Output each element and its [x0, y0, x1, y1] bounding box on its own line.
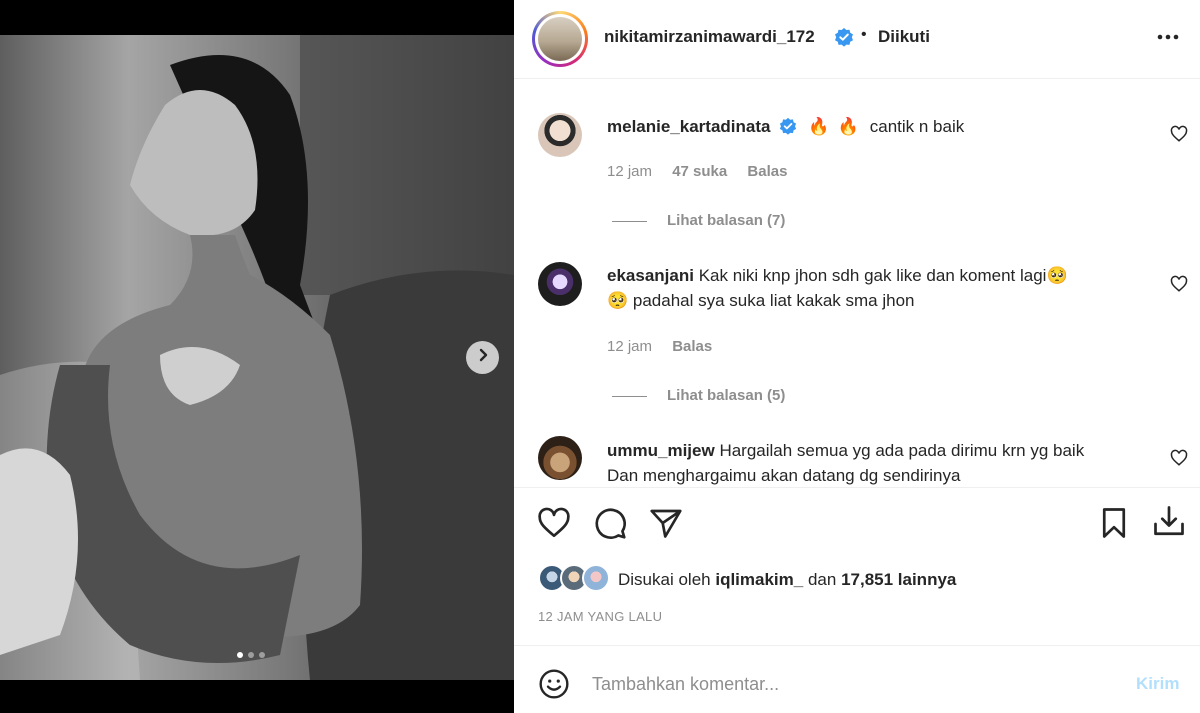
like-button[interactable]	[536, 505, 572, 541]
commenter-avatar[interactable]	[538, 436, 582, 480]
carousel-dot	[259, 652, 265, 658]
likes-prefix: Disukai oleh	[618, 570, 711, 589]
heart-icon	[1170, 125, 1188, 147]
comment-meta: 12 jam Balas	[607, 338, 712, 355]
carousel-dot	[248, 652, 254, 658]
fire-emoji: 🔥	[807, 117, 830, 136]
comment-text: Kak niki knp jhon sdh gak like dan komen…	[698, 266, 1068, 285]
post-timestamp[interactable]: 12 JAM YANG LALU	[538, 609, 662, 624]
view-replies-label: Lihat balasan (5)	[667, 387, 786, 404]
post-panel: nikitamirzanimawardi_172 • Diikuti melan…	[514, 0, 1200, 713]
comment-username[interactable]: ekasanjani	[607, 266, 694, 285]
separator-bullet: •	[861, 26, 867, 43]
comment-time[interactable]: 12 jam	[607, 338, 652, 355]
save-button[interactable]	[1096, 505, 1132, 541]
smiley-icon	[538, 669, 570, 704]
view-replies-button[interactable]: Lihat balasan (5)	[612, 387, 785, 404]
likes-count[interactable]: 17,851 lainnya	[841, 570, 956, 589]
post-photo[interactable]	[0, 35, 514, 680]
commenter-avatar[interactable]	[538, 262, 582, 306]
comment-like-button[interactable]	[1170, 275, 1188, 293]
comment-likes[interactable]: 47 suka	[672, 163, 727, 180]
comment-body: ekasanjani Kak niki knp jhon sdh gak lik…	[607, 263, 1147, 313]
reply-button[interactable]: Balas	[672, 338, 712, 355]
comment-username[interactable]: melanie_kartadinata	[607, 117, 770, 136]
post-comment-button[interactable]: Kirim	[1136, 674, 1179, 694]
comment-like-button[interactable]	[1170, 449, 1188, 467]
following-button[interactable]: Diikuti	[878, 27, 930, 47]
commenter-avatar[interactable]	[538, 113, 582, 157]
add-comment-bar: Kirim	[514, 645, 1200, 713]
likes-middle: dan	[807, 570, 837, 589]
reply-button[interactable]: Balas	[747, 163, 787, 180]
comments-list[interactable]: melanie_kartadinata 🔥 🔥 cantik n baik 12…	[514, 80, 1200, 486]
heart-icon	[1170, 275, 1188, 297]
fire-emoji: 🔥	[837, 117, 860, 136]
verified-badge-icon	[834, 27, 854, 52]
download-icon	[1151, 506, 1187, 543]
comment-button[interactable]	[592, 505, 628, 541]
emoji-button[interactable]	[538, 668, 570, 700]
comment-username[interactable]: ummu_mijew	[607, 441, 715, 460]
view-replies-label: Lihat balasan (7)	[667, 212, 786, 229]
owner-username[interactable]: nikitamirzanimawardi_172	[604, 27, 815, 47]
share-button[interactable]	[648, 505, 684, 541]
comment-text-continued: Dan menghargaimu akan datang dg sendirin…	[607, 466, 961, 485]
owner-avatar[interactable]	[532, 11, 588, 67]
more-horizontal-icon	[1154, 34, 1184, 51]
more-options-button[interactable]	[1154, 27, 1184, 47]
liker-username[interactable]: iqlimakim_	[715, 570, 803, 589]
comment-body: melanie_kartadinata 🔥 🔥 cantik n baik	[607, 114, 964, 142]
bookmark-icon	[1096, 508, 1132, 545]
post-actions: Disukai oleh iqlimakim_ dan 17,851 lainn…	[514, 487, 1200, 645]
post-media	[0, 0, 514, 713]
carousel-next-button[interactable]	[466, 341, 499, 374]
carousel-dot	[237, 652, 243, 658]
comment-body: ummu_mijew Hargailah semua yg ada pada d…	[607, 438, 1147, 486]
comment-text: cantik n baik	[869, 117, 965, 136]
comment-time[interactable]: 12 jam	[607, 163, 652, 180]
comment-icon	[592, 508, 628, 545]
view-replies-button[interactable]: Lihat balasan (7)	[612, 212, 785, 229]
liker-avatar	[582, 564, 610, 592]
download-button[interactable]	[1151, 503, 1187, 539]
likers-avatars[interactable]	[538, 564, 610, 594]
comment-like-button[interactable]	[1170, 125, 1188, 143]
heart-icon	[1170, 449, 1188, 471]
comment-text: Hargailah semua yg ada pada dirimu krn y…	[719, 441, 1085, 460]
carousel-dots	[237, 652, 265, 658]
heart-icon	[536, 507, 572, 545]
chevron-right-icon	[476, 348, 490, 367]
post-header: nikitamirzanimawardi_172 • Diikuti	[514, 0, 1200, 79]
comment-meta: 12 jam 47 suka Balas	[607, 163, 787, 180]
send-icon	[648, 509, 684, 545]
likes-summary: Disukai oleh iqlimakim_ dan 17,851 lainn…	[618, 570, 956, 590]
comment-text-continued: 🥺 padahal sya suka liat kakak sma jhon	[607, 291, 915, 310]
comment-input[interactable]	[592, 670, 1112, 698]
verified-badge-icon	[779, 117, 797, 142]
